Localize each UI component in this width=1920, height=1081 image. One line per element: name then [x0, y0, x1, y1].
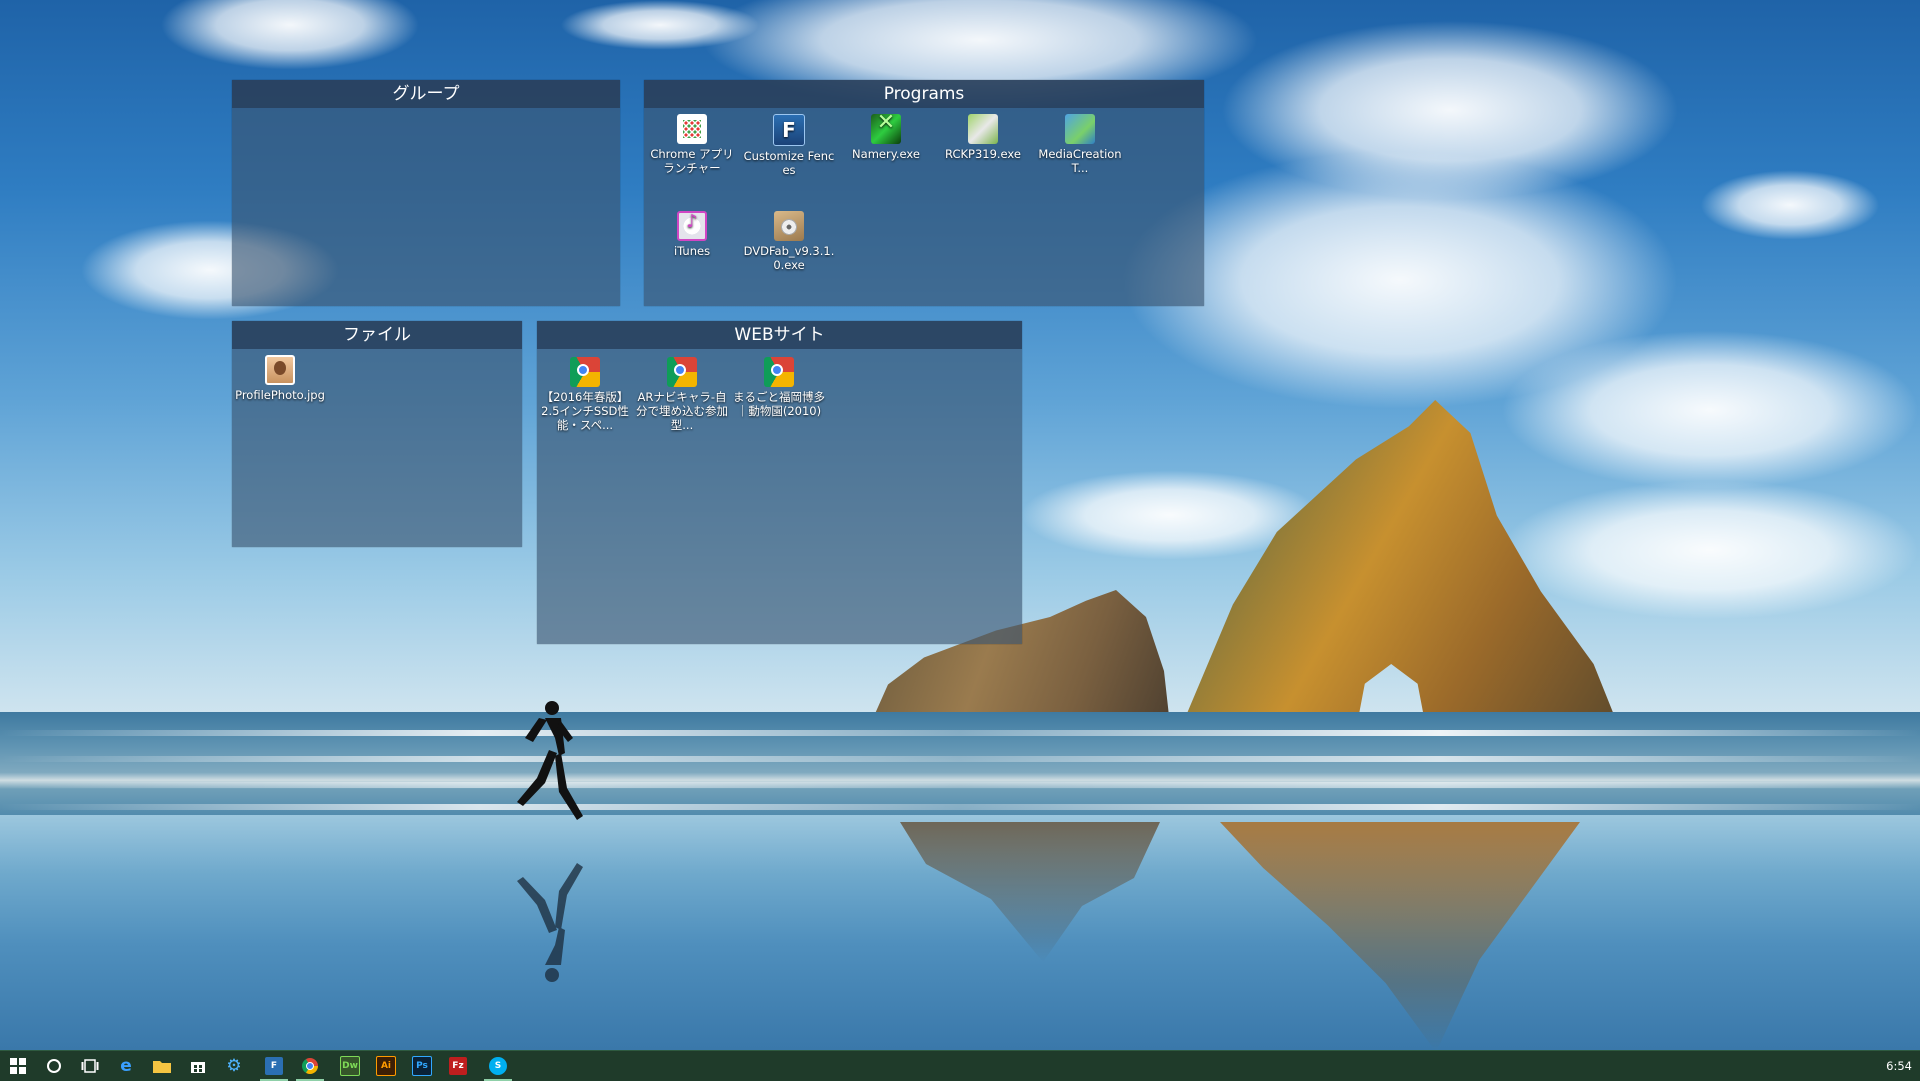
shortcut-label: Chrome アプリ ランチャー: [650, 147, 734, 175]
circle-icon: [47, 1059, 61, 1073]
photoshop-button[interactable]: Ps: [404, 1051, 440, 1081]
chrome-icon: [764, 357, 794, 387]
namery-icon: [871, 114, 901, 144]
filezilla-icon: Fz: [449, 1057, 467, 1075]
store-button[interactable]: [180, 1051, 216, 1081]
shortcut-label: Customize Fences: [743, 149, 835, 177]
cloud: [160, 0, 420, 70]
fence-group[interactable]: グループ: [232, 80, 620, 306]
media-creation-tool-icon: [1065, 114, 1095, 144]
desktop-file-profile-photo[interactable]: ProfilePhoto.jpg: [232, 351, 328, 402]
shortcut-label: まるごと福岡博多｜動物園(2010): [733, 390, 825, 418]
rckp-installer-icon: [968, 114, 998, 144]
itunes-icon: [677, 211, 707, 241]
gear-icon: ⚙: [226, 1056, 242, 1076]
settings-button[interactable]: ⚙: [216, 1051, 252, 1081]
desktop-shortcut-itunes[interactable]: iTunes: [644, 207, 740, 258]
fence-title[interactable]: Programs: [644, 80, 1204, 108]
desktop-shortcut-chrome-app-launcher[interactable]: Chrome アプリ ランチャー: [644, 110, 740, 175]
edge-icon: e: [120, 1056, 132, 1076]
task-view-button[interactable]: [72, 1051, 108, 1081]
fence-files[interactable]: ファイル ProfilePhoto.jpg: [232, 321, 522, 547]
cloud: [1500, 480, 1920, 620]
chrome-icon: [302, 1058, 318, 1074]
skype-icon: S: [489, 1057, 507, 1075]
runner-reflection: [517, 863, 583, 982]
shortcut-label: RCKP319.exe: [945, 147, 1021, 161]
filezilla-button[interactable]: Fz: [440, 1051, 476, 1081]
wave-foam: [0, 782, 1920, 788]
file-label: ProfilePhoto.jpg: [235, 388, 325, 402]
edge-button[interactable]: e: [108, 1051, 144, 1081]
chrome-icon: [667, 357, 697, 387]
store-icon: [191, 1062, 205, 1073]
photoshop-icon: Ps: [412, 1056, 432, 1076]
cloud: [1700, 170, 1880, 240]
fences-taskbar-button[interactable]: F: [256, 1051, 292, 1081]
shortcut-label: Namery.exe: [852, 147, 920, 161]
website-shortcut[interactable]: 【2016年春版】2.5インチSSD性能・スペ...: [537, 353, 633, 432]
fence-programs[interactable]: Programs Chrome アプリ ランチャー Customize Fenc…: [644, 80, 1204, 306]
taskbar: e ⚙ F Dw Ai Ps Fz S 6:54: [0, 1050, 1920, 1081]
system-clock[interactable]: 6:54: [1886, 1051, 1912, 1081]
desktop-shortcut-media-creation-tool[interactable]: MediaCreationT...: [1032, 110, 1128, 175]
desktop-shortcut-namery[interactable]: Namery.exe: [838, 110, 934, 161]
fences-icon: [773, 114, 805, 146]
ocean: [0, 712, 1920, 822]
dvdfab-icon: [774, 211, 804, 241]
desktop-shortcut-customize-fences[interactable]: Customize Fences: [741, 110, 837, 177]
shortcut-label: DVDFab_v9.3.1.0.exe: [743, 244, 835, 272]
chrome-icon: [570, 357, 600, 387]
folder-icon: [153, 1061, 171, 1073]
illustrator-button[interactable]: Ai: [368, 1051, 404, 1081]
fences-icon: F: [265, 1057, 283, 1075]
fence-title[interactable]: ファイル: [232, 321, 522, 349]
wave-foam: [0, 804, 1920, 810]
cortana-button[interactable]: [36, 1051, 72, 1081]
task-view-icon: [81, 1059, 99, 1073]
windows-logo-icon: [10, 1058, 26, 1074]
shortcut-label: MediaCreationT...: [1038, 147, 1122, 175]
fence-title[interactable]: グループ: [232, 80, 620, 108]
chrome-taskbar-button[interactable]: [292, 1051, 328, 1081]
desktop-shortcut-dvdfab[interactable]: DVDFab_v9.3.1.0.exe: [741, 207, 837, 272]
runner-silhouette: [517, 701, 583, 820]
shortcut-label: ARナビキャラ-自分で埋め込む参加型...: [636, 390, 728, 432]
fence-title[interactable]: WEBサイト: [537, 321, 1022, 349]
website-shortcut[interactable]: まるごと福岡博多｜動物園(2010): [731, 353, 827, 418]
website-shortcut[interactable]: ARナビキャラ-自分で埋め込む参加型...: [634, 353, 730, 432]
chrome-app-launcher-icon: [677, 114, 707, 144]
illustrator-icon: Ai: [376, 1056, 396, 1076]
dreamweaver-icon: Dw: [340, 1056, 360, 1076]
fence-websites[interactable]: WEBサイト 【2016年春版】2.5インチSSD性能・スペ... ARナビキャ…: [537, 321, 1022, 644]
shortcut-label: 【2016年春版】2.5インチSSD性能・スペ...: [541, 390, 629, 432]
shortcut-label: iTunes: [673, 244, 711, 258]
dreamweaver-button[interactable]: Dw: [332, 1051, 368, 1081]
skype-button[interactable]: S: [480, 1051, 516, 1081]
photo-file-icon: [265, 355, 295, 385]
desktop-shortcut-rckp[interactable]: RCKP319.exe: [935, 110, 1031, 161]
wave-foam: [0, 730, 1920, 736]
wave-foam: [0, 756, 1920, 762]
start-button[interactable]: [0, 1051, 36, 1081]
cloud: [1500, 330, 1920, 490]
file-explorer-button[interactable]: [144, 1051, 180, 1081]
